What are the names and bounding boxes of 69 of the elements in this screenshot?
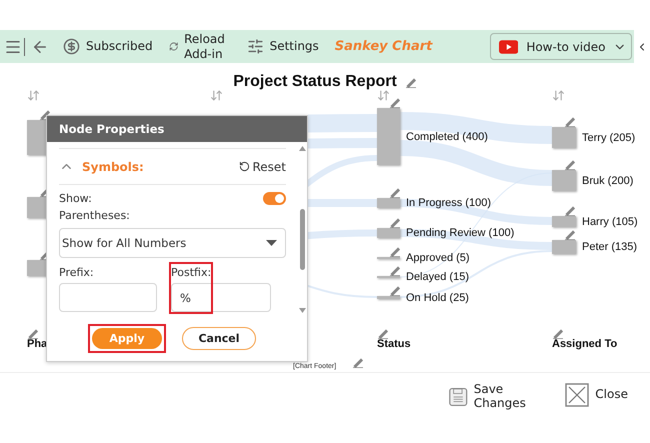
pencil-icon[interactable] [552, 327, 564, 339]
dialog-title: Node Properties [47, 116, 307, 142]
pencil-icon[interactable] [564, 228, 576, 240]
node-label: Pending Review (100) [406, 227, 514, 239]
sort-icon[interactable] [210, 89, 223, 102]
save-changes-button[interactable]: Save Changes [449, 383, 540, 411]
dropdown-arrow-icon [266, 240, 277, 246]
toolbar-button[interactable]: Subscribed [55, 38, 161, 55]
app-title: Sankey Chart [334, 39, 432, 54]
sankey-node[interactable] [552, 240, 576, 254]
scroll-down-icon[interactable] [299, 308, 306, 313]
sankey-node[interactable] [377, 228, 400, 238]
pencil-icon[interactable] [389, 245, 401, 257]
play-icon [499, 40, 518, 54]
scroll-up-icon[interactable] [299, 146, 306, 151]
field-label: Prefix: [59, 266, 95, 279]
section-title: Symbols: [82, 160, 144, 174]
pencil-icon[interactable] [389, 96, 401, 108]
node-label: In Progress (100) [406, 197, 491, 209]
postfix-field[interactable]: % [171, 283, 271, 312]
toolbar-button[interactable]: Reload Add-in [160, 32, 239, 61]
sankey-node[interactable] [377, 296, 400, 299]
parentheses-select[interactable]: Show for All Numbers [59, 228, 286, 258]
sankey-node[interactable] [552, 216, 576, 227]
axis-label: Pha [27, 338, 48, 350]
node-label: Delayed (15) [406, 271, 469, 283]
sort-icon[interactable] [377, 89, 390, 102]
field-label: Show: [59, 192, 92, 205]
sankey-node[interactable] [377, 108, 400, 165]
field-label: Postfix: [171, 266, 212, 279]
axis-label: Assigned To [552, 338, 618, 350]
pencil-icon[interactable] [389, 284, 401, 296]
sankey-node[interactable] [377, 198, 400, 208]
show-toggle[interactable] [263, 192, 286, 205]
pencil-icon[interactable] [377, 327, 389, 339]
toolbar-button[interactable]: Settings [238, 38, 327, 55]
sankey-node[interactable] [552, 127, 576, 148]
prefix-field[interactable] [59, 283, 157, 312]
sort-icon[interactable] [552, 89, 565, 102]
node-label: Completed (400) [406, 130, 488, 142]
pencil-icon[interactable] [564, 115, 576, 127]
node-label: Bruk (200) [582, 174, 634, 186]
pencil-icon[interactable] [389, 216, 401, 228]
node-label: Approved (5) [406, 252, 470, 264]
sankey-node[interactable] [552, 170, 576, 191]
node-label: Peter (135) [582, 241, 638, 253]
pencil-icon[interactable] [39, 108, 51, 120]
pencil-icon[interactable] [404, 76, 417, 88]
pencil-icon[interactable] [27, 327, 39, 339]
pencil-icon[interactable] [564, 204, 576, 216]
pencil-icon[interactable] [352, 356, 364, 368]
dollar-icon [63, 38, 80, 55]
node-label: Terry (205) [582, 132, 636, 144]
node-label: Harry (105) [582, 216, 638, 228]
video-button[interactable]: How-to video [490, 33, 632, 60]
axis-label: Status [377, 338, 411, 350]
close-icon [565, 383, 590, 407]
field-label: Parentheses: [59, 209, 131, 222]
reset-icon [239, 161, 250, 172]
chart-title: Project Status Report [233, 73, 397, 91]
pencil-icon[interactable] [389, 264, 401, 276]
sort-icon[interactable] [27, 89, 40, 102]
cancel-button[interactable]: Cancel [182, 326, 256, 350]
pencil-icon[interactable] [564, 158, 576, 170]
reset-button[interactable]: Reset [239, 160, 286, 174]
node-label: On Hold (25) [406, 292, 469, 304]
pencil-icon[interactable] [389, 186, 401, 198]
sliders-icon [246, 38, 264, 55]
close-button[interactable]: Close [565, 383, 628, 407]
